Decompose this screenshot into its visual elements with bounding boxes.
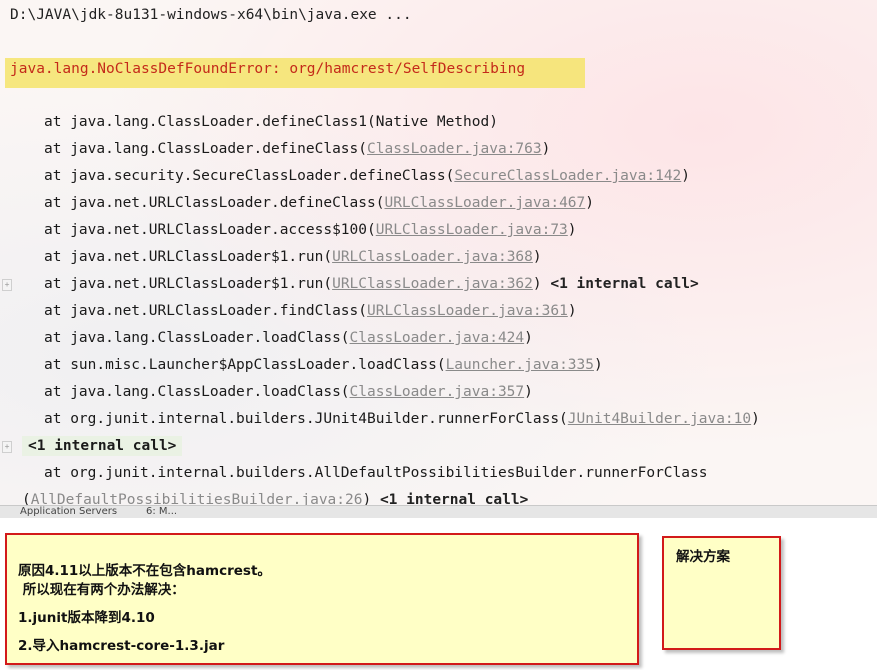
note-line: 1.junit版本降到4.10 <box>18 610 155 626</box>
internal-call-fold[interactable]: <1 internal call> <box>22 436 183 456</box>
source-link[interactable]: URLClassLoader.java:467 <box>384 195 585 211</box>
stack-frame: at java.lang.ClassLoader.loadClass(Class… <box>44 382 533 402</box>
stack-frame: at java.net.URLClassLoader.defineClass(U… <box>44 193 594 213</box>
frame-text: at java.security.SecureClassLoader.defin… <box>44 168 455 184</box>
paren: ) <box>532 276 551 292</box>
frame-text: at java.lang.ClassLoader.loadClass( <box>44 384 350 400</box>
annotation-note-cause: 原因4.11以上版本不在包含hamcrest。 所以现在有两个办法解决： 1.j… <box>5 533 639 665</box>
paren: ) <box>567 222 577 238</box>
paren: ) <box>532 249 542 265</box>
source-link[interactable]: ClassLoader.java:763 <box>367 141 542 157</box>
stack-frame: at java.net.URLClassLoader.findClass(URL… <box>44 301 577 321</box>
stack-frame: at java.lang.ClassLoader.loadClass(Class… <box>44 328 533 348</box>
stack-frame: at java.security.SecureClassLoader.defin… <box>44 166 690 186</box>
source-link[interactable]: URLClassLoader.java:361 <box>367 303 568 319</box>
tool-window-tab[interactable]: 6: M... <box>146 506 177 518</box>
paren: ) <box>751 411 760 427</box>
stack-frame: at java.lang.ClassLoader.defineClass(Cla… <box>44 139 550 159</box>
source-link[interactable]: URLClassLoader.java:368 <box>332 249 533 265</box>
frame-text: at java.lang.ClassLoader.defineClass( <box>44 141 368 157</box>
frame-text: at java.net.URLClassLoader$1.run( <box>44 249 333 265</box>
stack-frame: at org.junit.internal.builders.AllDefaul… <box>44 465 708 481</box>
stack-frame: at sun.misc.Launcher$AppClassLoader.load… <box>44 355 603 375</box>
stack-frame: at java.lang.ClassLoader.defineClass1(Na… <box>44 112 498 132</box>
paren: ) <box>681 168 691 184</box>
frame-text: at java.lang.ClassLoader.defineClass1(Na… <box>44 114 498 130</box>
note-line: 原因4.11以上版本不在包含hamcrest。 <box>18 563 271 579</box>
error-message: java.lang.NoClassDefFoundError: org/hamc… <box>10 61 526 77</box>
frame-text: at java.net.URLClassLoader.access$100( <box>44 222 376 238</box>
stack-frame: at java.net.URLClassLoader$1.run(URLClas… <box>44 247 542 267</box>
paren: ) <box>567 303 577 319</box>
paren: ) <box>593 357 603 373</box>
paren: ) <box>524 384 533 400</box>
note-title: 解决方案 <box>676 549 730 565</box>
fold-marker-icon[interactable]: + <box>2 279 12 291</box>
frame-text: at java.lang.ClassLoader.loadClass( <box>44 330 350 346</box>
stack-frame: at java.net.URLClassLoader.access$100(UR… <box>44 220 577 240</box>
annotation-note-solution: 解决方案 <box>662 536 781 650</box>
source-link[interactable]: JUnit4Builder.java:10 <box>568 411 751 427</box>
frame-text: at java.net.URLClassLoader.findClass( <box>44 303 368 319</box>
run-console: D:\JAVA\jdk-8u131-windows-x64\bin\java.e… <box>0 0 877 510</box>
paren: ) <box>524 330 533 346</box>
source-link[interactable]: ClassLoader.java:357 <box>350 384 525 400</box>
source-link[interactable]: URLClassLoader.java:362 <box>332 276 533 292</box>
source-link[interactable]: Launcher.java:335 <box>446 357 594 373</box>
source-link[interactable]: ClassLoader.java:424 <box>350 330 525 346</box>
stack-frame: at java.net.URLClassLoader$1.run(URLClas… <box>44 274 699 294</box>
frame-text: at java.net.URLClassLoader$1.run( <box>44 276 333 292</box>
paren: ) <box>541 141 551 157</box>
fold-marker-icon[interactable]: + <box>2 441 12 453</box>
application-servers-tab[interactable]: Application Servers <box>20 506 117 518</box>
frame-text: at sun.misc.Launcher$AppClassLoader.load… <box>44 357 446 373</box>
stack-frame: at org.junit.internal.builders.JUnit4Bui… <box>44 409 760 429</box>
note-line: 所以现在有两个办法解决： <box>18 582 185 598</box>
frame-text: at org.junit.internal.builders.JUnit4Bui… <box>44 411 568 427</box>
source-link[interactable]: URLClassLoader.java:73 <box>376 222 568 238</box>
java-exe-path: D:\JAVA\jdk-8u131-windows-x64\bin\java.e… <box>10 7 412 23</box>
note-line: 2.导入hamcrest-core-1.3.jar <box>18 638 225 654</box>
source-link[interactable]: SecureClassLoader.java:142 <box>454 168 681 184</box>
frame-text: at java.net.URLClassLoader.defineClass( <box>44 195 385 211</box>
tool-window-bar: Application Servers 6: M... <box>0 505 877 518</box>
internal-call-fold[interactable]: <1 internal call> <box>550 276 698 292</box>
paren: ) <box>585 195 594 211</box>
